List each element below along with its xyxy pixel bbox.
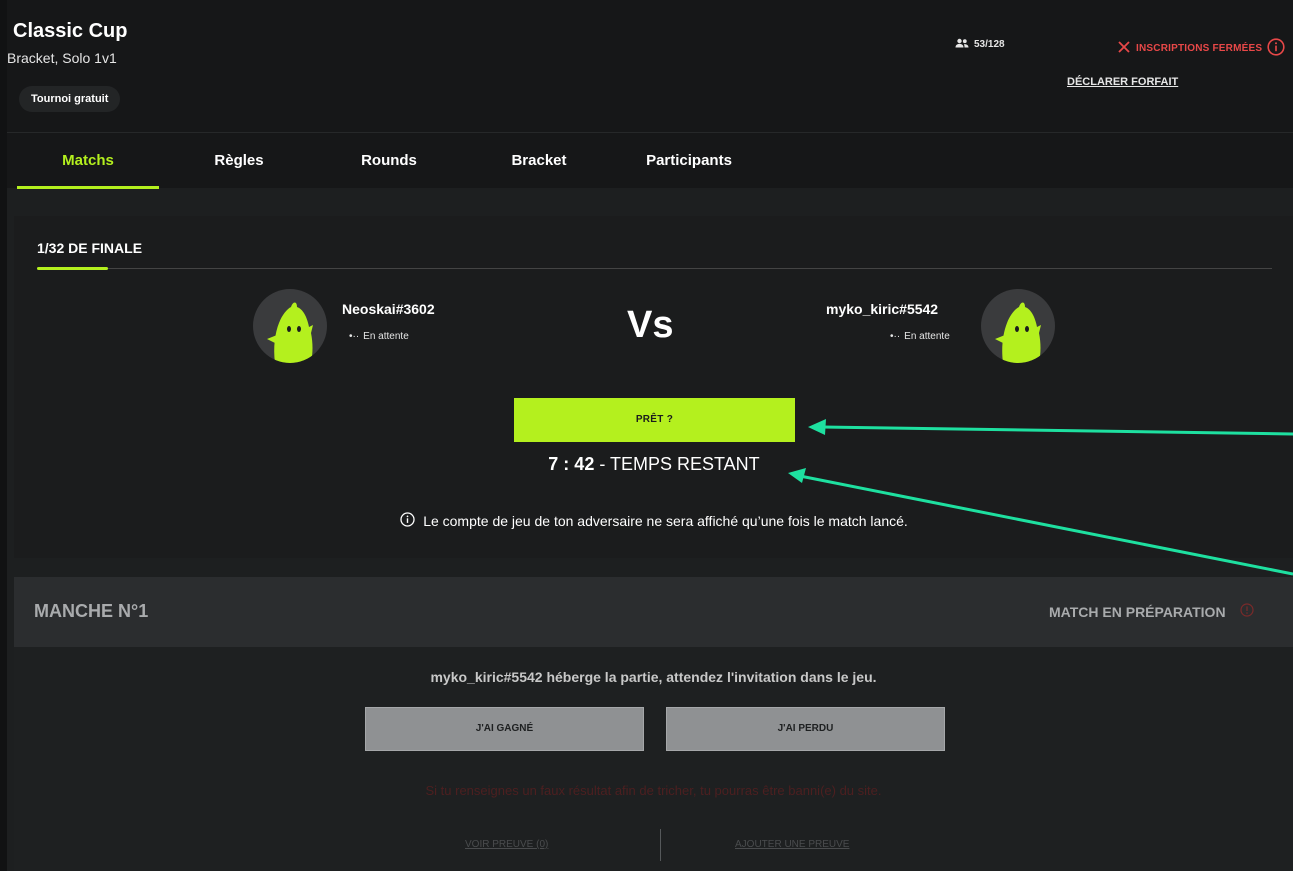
waiting-dots-icon: •··: [349, 331, 360, 342]
free-tournament-badge: Tournoi gratuit: [19, 86, 121, 112]
info-note-text: Le compte de jeu de ton adversaire ne se…: [423, 513, 908, 529]
round-title-accent: [37, 267, 108, 270]
timer-suffix: - TEMPS RESTANT: [594, 454, 760, 474]
add-proof-link[interactable]: AJOUTER UNE PREUVE: [735, 839, 849, 850]
versus-label: Vs: [627, 304, 674, 346]
round-panel: MANCHE N°1 MATCH EN PRÉPARATION myko_kir…: [14, 577, 1293, 871]
player1-status: •·· En attente: [349, 331, 409, 342]
divider: [660, 829, 661, 861]
info-icon: [400, 512, 415, 530]
tournament-header: Classic Cup Bracket, Solo 1v1 Tournoi gr…: [7, 0, 1293, 132]
player2-status: •·· En attente: [890, 331, 950, 342]
round-status: MATCH EN PRÉPARATION: [1049, 603, 1254, 620]
alert-icon: [1239, 603, 1254, 620]
timer: 7 : 42 - TEMPS RESTANT: [14, 454, 1293, 475]
round-header: MANCHE N°1 MATCH EN PRÉPARATION: [14, 577, 1293, 647]
page: Classic Cup Bracket, Solo 1v1 Tournoi gr…: [7, 0, 1293, 871]
host-note: myko_kiric#5542 héberge la partie, atten…: [430, 669, 877, 685]
tab-bracket[interactable]: Bracket: [479, 133, 599, 189]
avatar-monster-icon: [981, 302, 1055, 363]
registration-status-label: INSCRIPTIONS FERMÉES: [1136, 43, 1263, 54]
player2-avatar: [981, 289, 1055, 363]
tournament-tabs: Matchs Règles Rounds Bracket Participant…: [7, 132, 1293, 189]
divider: [37, 268, 1272, 269]
round-status-label: MATCH EN PRÉPARATION: [1049, 603, 1226, 620]
info-icon[interactable]: [1267, 38, 1285, 59]
player1-avatar: [253, 289, 327, 363]
avatar-monster-icon: [253, 302, 327, 363]
tab-rounds[interactable]: Rounds: [329, 133, 449, 189]
match-panel: 1/32 DE FINALE Neoskai#3602 •·· En atten…: [14, 216, 1293, 558]
close-icon: [1117, 40, 1131, 57]
round-number: MANCHE N°1: [34, 601, 149, 621]
players-count-value: 53/128: [974, 39, 1005, 50]
tournament-title: Classic Cup: [13, 20, 128, 42]
i-lost-button[interactable]: J'AI PERDU: [666, 707, 945, 751]
players-count: 53/128: [955, 38, 1005, 51]
tab-participants[interactable]: Participants: [629, 133, 749, 189]
waiting-dots-icon: •··: [890, 331, 901, 342]
view-proof-link[interactable]: VOIR PREUVE (0): [465, 839, 548, 850]
tab-regles[interactable]: Règles: [179, 133, 299, 189]
player2-status-label: En attente: [904, 331, 950, 342]
i-won-button[interactable]: J'AI GAGNÉ: [365, 707, 644, 751]
opponent-info-note: Le compte de jeu de ton adversaire ne se…: [14, 512, 1293, 530]
round-title: 1/32 DE FINALE: [37, 240, 143, 256]
player1-status-label: En attente: [363, 331, 409, 342]
tournament-format: Bracket, Solo 1v1: [7, 50, 117, 66]
cheating-warning: Si tu renseignes un faux résultat afin d…: [425, 783, 882, 798]
ready-button[interactable]: PRÊT ?: [514, 398, 795, 442]
declare-forfeit-link[interactable]: DÉCLARER FORFAIT: [1067, 76, 1178, 88]
timer-value: 7 : 42: [548, 454, 595, 474]
tab-matchs[interactable]: Matchs: [17, 133, 159, 189]
users-icon: [955, 38, 969, 51]
player1-name: Neoskai#3602: [342, 301, 435, 317]
player2-name: myko_kiric#5542: [826, 301, 939, 317]
registration-status: INSCRIPTIONS FERMÉES: [1117, 38, 1285, 59]
